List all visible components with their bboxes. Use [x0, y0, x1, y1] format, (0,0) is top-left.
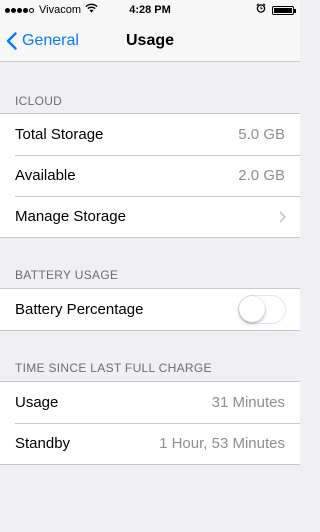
available-value: 2.0 GB	[238, 167, 285, 184]
chevron-right-icon	[279, 211, 286, 223]
section-header-battery-usage: BATTERY USAGE	[15, 268, 119, 282]
battery-level	[274, 7, 292, 13]
standby-row: Standby 1 Hour, 53 Minutes	[0, 423, 300, 464]
total-storage-value: 5.0 GB	[238, 126, 285, 143]
manage-storage-row[interactable]: Manage Storage	[0, 196, 300, 237]
toggle-knob	[239, 296, 265, 322]
available-label: Available	[15, 167, 76, 184]
charge-group: Usage 31 Minutes Standby 1 Hour, 53 Minu…	[0, 381, 300, 465]
standby-label: Standby	[15, 435, 71, 452]
available-row: Available 2.0 GB	[0, 155, 300, 196]
navigation-bar: General Usage	[0, 20, 300, 62]
battery-usage-group: Battery Percentage	[0, 288, 300, 331]
standby-value: 1 Hour, 53 Minutes	[159, 435, 285, 452]
usage-label: Usage	[15, 394, 59, 411]
usage-row: Usage 31 Minutes	[0, 382, 300, 423]
back-button-label: General	[22, 32, 79, 49]
alarm-clock-icon	[256, 0, 266, 20]
total-storage-label: Total Storage	[15, 126, 104, 143]
usage-value: 31 Minutes	[211, 394, 285, 411]
battery-percentage-row: Battery Percentage	[0, 289, 300, 330]
battery-percentage-toggle[interactable]	[238, 295, 286, 324]
status-time: 4:28 PM	[129, 4, 171, 16]
section-header-time-since-charge: TIME SINCE LAST FULL CHARGE	[15, 361, 212, 375]
status-right	[256, 0, 296, 20]
section-header-icloud: ICLOUD	[15, 94, 63, 108]
chevron-left-icon	[6, 32, 17, 50]
battery-icon	[272, 5, 296, 15]
manage-storage-label: Manage Storage	[15, 208, 126, 225]
total-storage-row: Total Storage 5.0 GB	[0, 114, 300, 155]
status-bar: Vivacom 4:28 PM	[0, 0, 300, 20]
icloud-group: Total Storage 5.0 GB Available 2.0 GB Ma…	[0, 113, 300, 238]
battery-percentage-label: Battery Percentage	[15, 301, 144, 318]
back-button[interactable]: General	[6, 20, 79, 62]
